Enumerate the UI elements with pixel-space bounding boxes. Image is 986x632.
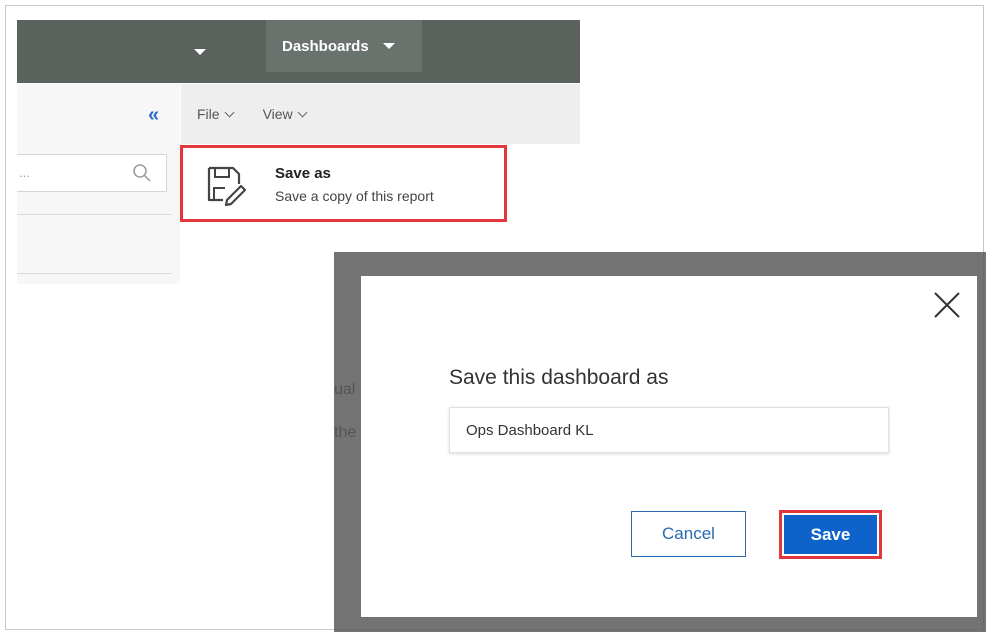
save-as-description: Save a copy of this report: [275, 188, 434, 204]
collapse-panel-button[interactable]: «: [148, 104, 159, 127]
search-input[interactable]: ...: [17, 154, 167, 192]
report-toolbar: File View: [181, 84, 580, 144]
dashboards-menu[interactable]: Dashboards: [266, 20, 422, 72]
cancel-button[interactable]: Cancel: [631, 511, 746, 557]
divider: [17, 273, 172, 274]
save-as-menu-item[interactable]: Save as Save a copy of this report: [180, 145, 507, 222]
dialog-title: Save this dashboard as: [449, 366, 669, 389]
nav-dropdown-toggle[interactable]: [185, 39, 215, 65]
search-icon[interactable]: [132, 163, 152, 183]
dashboard-name-field[interactable]: [449, 407, 889, 453]
divider: [17, 214, 172, 215]
chevron-down-icon: [224, 107, 235, 118]
search-placeholder: ...: [19, 165, 30, 180]
file-menu[interactable]: File: [197, 106, 235, 122]
save-button-highlight: Save: [779, 510, 882, 559]
save-button[interactable]: Save: [784, 515, 877, 554]
left-panel: « ...: [17, 84, 180, 284]
dashboards-label: Dashboards: [282, 37, 369, 55]
save-dashboard-dialog: Save this dashboard as Cancel Save: [361, 276, 977, 617]
caret-down-icon: [194, 49, 206, 55]
chevron-down-icon: [297, 107, 308, 118]
save-as-icon: [207, 166, 247, 206]
close-icon[interactable]: [932, 290, 962, 320]
caret-down-icon: [382, 43, 395, 49]
file-menu-label: File: [197, 106, 220, 122]
view-menu[interactable]: View: [262, 106, 308, 122]
double-chevron-left-icon: «: [148, 104, 159, 126]
view-menu-label: View: [262, 106, 293, 122]
save-as-title: Save as: [275, 165, 331, 182]
top-navigation-bar: Dashboards: [17, 20, 580, 83]
